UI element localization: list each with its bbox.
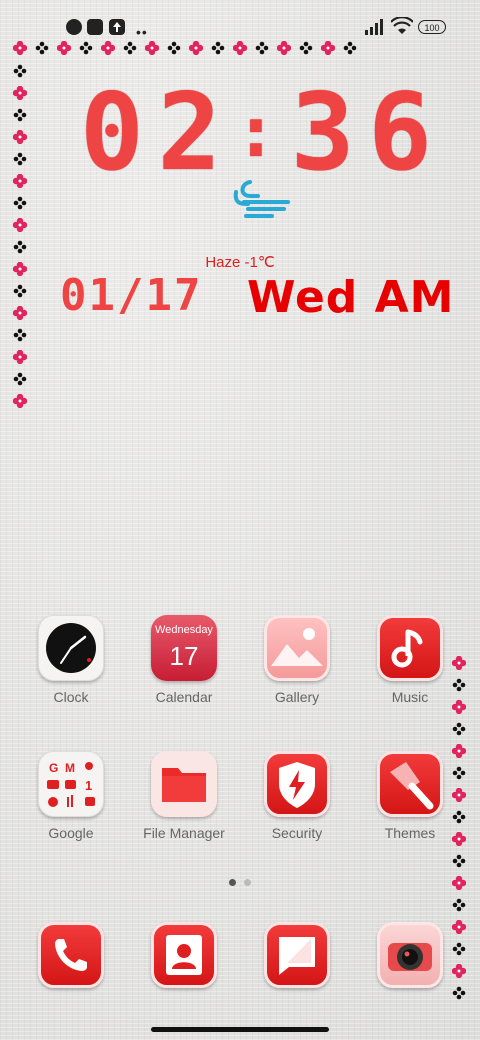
clock-colon: : [234,91,286,173]
flower-ornament [13,350,27,364]
flower-ornament [277,41,291,55]
flower-ornament [211,41,225,55]
flower-ornament [13,284,27,298]
flower-ornament [13,240,27,254]
themes-brush-icon [377,751,443,817]
app-label: File Manager [143,825,225,841]
clock-icon [38,615,104,681]
calendar-icon: Wednesday 17 [151,615,217,681]
weather-text: Haze -1℃ [205,254,275,271]
flower-ornament [79,41,93,55]
flower-ornament [233,41,247,55]
camera-icon [377,922,443,988]
gallery-icon [264,615,330,681]
flower-ornament [13,86,27,100]
app-gallery[interactable]: Gallery [247,615,347,705]
page-dot-active[interactable] [229,879,236,886]
flower-ornament [35,41,49,55]
svg-text:1: 1 [85,778,92,793]
notification-square-icon [87,19,103,35]
flower-ornament [13,306,27,320]
flower-ornament [13,152,27,166]
folder-icon [151,751,217,817]
flower-ornament [452,722,466,736]
security-shield-icon [264,751,330,817]
dock-camera[interactable] [360,922,460,988]
app-themes[interactable]: Themes [360,751,460,841]
flower-ornament [101,41,115,55]
app-label: Google [48,825,94,841]
phone-icon [38,922,104,988]
flower-ornament [299,41,313,55]
flower-ornament [189,41,203,55]
flower-ornament [452,876,466,890]
battery-icon: 100 [418,20,446,34]
app-google-folder[interactable]: G M 1 Google [21,751,121,841]
clock-digit: 6 [368,70,440,194]
status-bar: •• 100 [0,0,480,40]
page-dot[interactable] [244,879,251,886]
wifi-icon [391,17,413,34]
flower-ornament [13,64,27,78]
clock-digit: 2 [157,70,230,194]
calendar-day: 17 [169,641,199,671]
day-ampm-text: Wed AM [247,272,455,323]
flower-ornament [13,130,27,144]
flower-ornament [452,898,466,912]
flower-ornament [452,986,466,1000]
upload-icon [109,19,125,35]
app-notification-icon [66,19,82,35]
flower-ornament [255,41,269,55]
app-music[interactable]: Music [360,615,460,705]
dock-phone[interactable] [21,922,121,988]
battery-level: 100 [424,23,440,33]
flower-ornament [13,372,27,386]
flower-ornament [452,854,466,868]
app-label: Themes [384,825,436,841]
signal-icon [365,19,383,35]
music-icon [377,615,443,681]
flower-ornament [13,196,27,210]
flower-ornament [13,174,27,188]
google-folder-icon: G M 1 [38,751,104,817]
flower-ornament [343,41,357,55]
flower-ornament [13,108,27,122]
app-label: Calendar [155,689,213,705]
flower-ornament [145,41,159,55]
app-clock[interactable]: Clock [21,615,121,705]
contacts-icon [151,922,217,988]
flower-ornament [123,41,137,55]
app-label: Security [271,825,323,841]
clock-digit: 0 [80,70,152,194]
flower-ornament [13,394,27,408]
flower-ornament [167,41,181,55]
app-security[interactable]: Security [247,751,347,841]
app-label: Gallery [274,689,320,705]
flower-ornament [13,218,27,232]
clock-time: 0 2 : 3 6 [80,71,440,194]
calendar-weekday: Wednesday [155,624,213,636]
svg-text:G: G [49,761,58,775]
wind-haze-icon [233,180,290,218]
dock-contacts[interactable] [134,922,234,988]
flower-ornament [13,328,27,342]
flower-ornament [13,41,27,55]
dock-messages[interactable] [247,922,347,988]
svg-text:M: M [65,761,75,775]
app-calendar[interactable]: Wednesday 17 Calendar [134,615,234,705]
more-dots-icon: •• [136,24,148,40]
flower-ornament [57,41,71,55]
date-text: 01/17 [60,270,203,321]
app-file-manager[interactable]: File Manager [134,751,234,841]
flower-ornament [321,41,335,55]
clock-digit: 3 [290,70,363,194]
messages-icon [264,922,330,988]
app-label: Clock [53,689,89,705]
app-label: Music [391,689,429,705]
home-indicator[interactable] [151,1027,329,1032]
